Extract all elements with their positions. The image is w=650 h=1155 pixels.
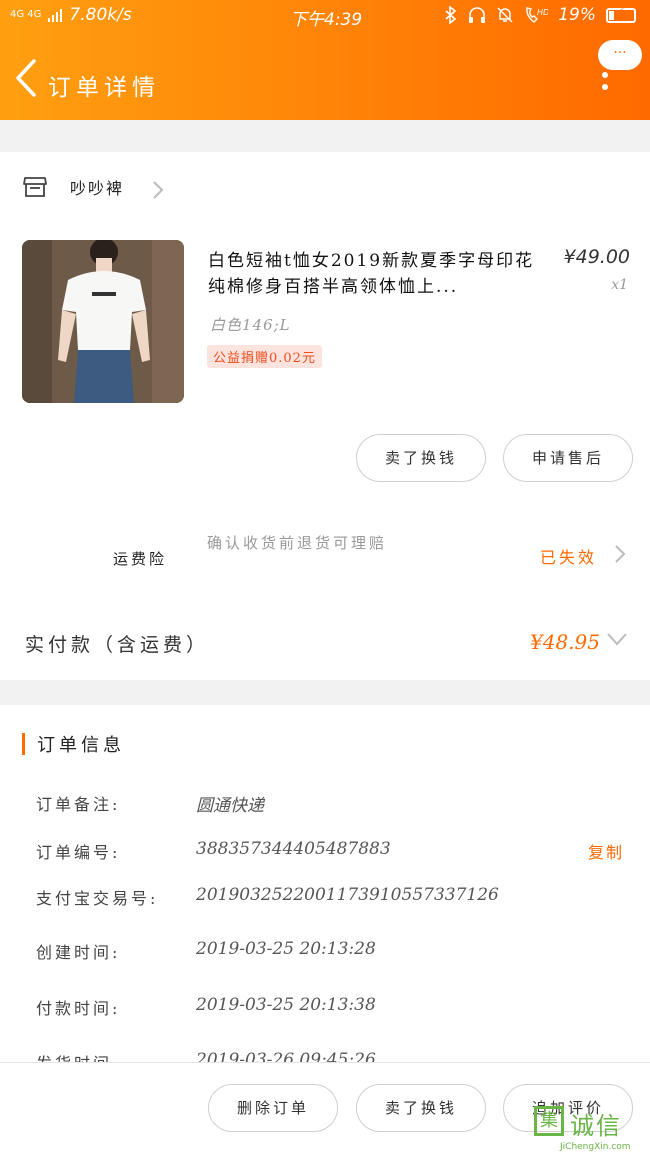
battery-icon: ⚡ <box>606 5 636 23</box>
hd-call-icon: HD <box>526 7 548 23</box>
store-icon <box>23 177 47 197</box>
info-row-remark: 订单备注: 圆通快递 <box>36 791 636 821</box>
order-info-title: 订单信息 <box>37 735 125 756</box>
apply-after-sale-button[interactable]: 申请售后 <box>503 434 633 482</box>
info-value: 2019-03-25 20:13:28 <box>196 939 376 959</box>
info-value: 圆通快递 <box>196 796 264 816</box>
info-value: 388357344405487883 <box>196 839 391 859</box>
info-label: 订单备注: <box>36 795 121 814</box>
info-row-payment-time: 付款时间: 2019-03-25 20:13:38 <box>36 995 636 1025</box>
product-title[interactable]: 白色短袖t恤女2019新款夏季字母印花纯棉修身百搭半高领体恤上... <box>208 248 548 300</box>
charging-bolt-icon: ⚡ <box>616 5 626 21</box>
more-menu-button[interactable]: ··· <box>598 40 642 70</box>
headphones-icon <box>469 7 486 23</box>
info-value: 2019-03-25 20:13:38 <box>196 995 376 1015</box>
insurance-chevron-icon[interactable] <box>614 544 626 564</box>
info-label: 订单编号: <box>36 843 121 862</box>
mute-bell-icon <box>497 7 513 23</box>
site-watermark: 集 诚信 JiChengXin.com <box>530 1102 650 1155</box>
section-accent-bar <box>22 733 25 755</box>
back-arrow-icon[interactable] <box>12 58 40 98</box>
delete-order-button[interactable]: 删除订单 <box>208 1084 338 1132</box>
svg-text:HD: HD <box>537 8 548 17</box>
info-label: 创建时间: <box>36 943 121 962</box>
network-speed: 7.80k/s <box>69 5 132 25</box>
network-signal: 4G 4G <box>10 9 42 20</box>
status-time: 下午4:39 <box>290 10 363 30</box>
info-row-alipay-trade-number: 支付宝交易号: 2019032522001173910557337126 <box>36 885 636 915</box>
shop-row[interactable]: 吵吵裨 <box>22 174 124 200</box>
info-value: 2019032522001173910557337126 <box>196 885 499 905</box>
product-quantity: x1 <box>611 277 628 293</box>
donation-badge: 公益捐赠0.02元 <box>207 345 322 368</box>
product-image[interactable] <box>22 240 184 403</box>
order-item-card: 吵吵裨 白色短袖t恤女2019新款夏季字母印花纯棉修身百搭半高领体恤上... ¥… <box>0 152 650 680</box>
info-row-order-number: 订单编号: 388357344405487883 复制 <box>36 839 636 869</box>
shop-chevron-icon[interactable] <box>152 180 164 200</box>
page-title: 订单详情 <box>48 75 160 101</box>
shop-name[interactable]: 吵吵裨 <box>70 175 124 199</box>
status-bar: 4G 4G 7.80k/s 下午4:39 HD 19% ⚡ <box>0 0 650 32</box>
signal-bars-icon <box>48 9 63 22</box>
shipping-insurance-description: 确认收货前退货可理赔 <box>207 534 388 552</box>
more-dots-icon[interactable] <box>602 72 610 96</box>
product-sku: 白色146;L <box>210 316 291 334</box>
info-label: 支付宝交易号: <box>36 889 159 908</box>
battery-fill <box>609 10 614 20</box>
info-row-created-time: 创建时间: 2019-03-25 20:13:28 <box>36 939 636 969</box>
shipping-insurance-label: 运费险 <box>113 550 168 568</box>
bluetooth-icon <box>445 6 457 24</box>
battery-percent: 19% <box>558 5 596 25</box>
actual-payment-amount: ¥48.95 <box>530 630 600 654</box>
order-info-card: 订单信息 订单备注: 圆通快递 订单编号: 388357344405487883… <box>0 705 650 1075</box>
status-right: HD 19% ⚡ <box>444 5 636 25</box>
watermark-url: JiChengXin.com <box>560 1142 631 1152</box>
product-photo-illustration <box>22 240 184 403</box>
copy-button[interactable]: 复制 <box>588 839 624 863</box>
order-info-heading: 订单信息 <box>22 731 125 757</box>
watermark-text: 诚信 <box>570 1112 622 1140</box>
app-header: 4G 4G 7.80k/s 下午4:39 HD 19% ⚡ 订单详情 ··· <box>0 0 650 120</box>
expand-chevron-down-icon[interactable] <box>606 632 628 646</box>
status-left: 4G 4G 7.80k/s <box>10 5 132 25</box>
actual-payment-label: 实付款（含运费） <box>25 634 210 656</box>
watermark-badge: 集 <box>534 1106 564 1136</box>
shipping-insurance-status[interactable]: 已失效 <box>540 544 597 568</box>
nav-bar: 订单详情 ··· <box>0 40 650 115</box>
sell-for-cash-bottom-button[interactable]: 卖了换钱 <box>356 1084 486 1132</box>
sell-for-cash-button[interactable]: 卖了换钱 <box>356 434 486 482</box>
product-price: ¥49.00 <box>563 246 630 268</box>
info-label: 付款时间: <box>36 999 121 1018</box>
